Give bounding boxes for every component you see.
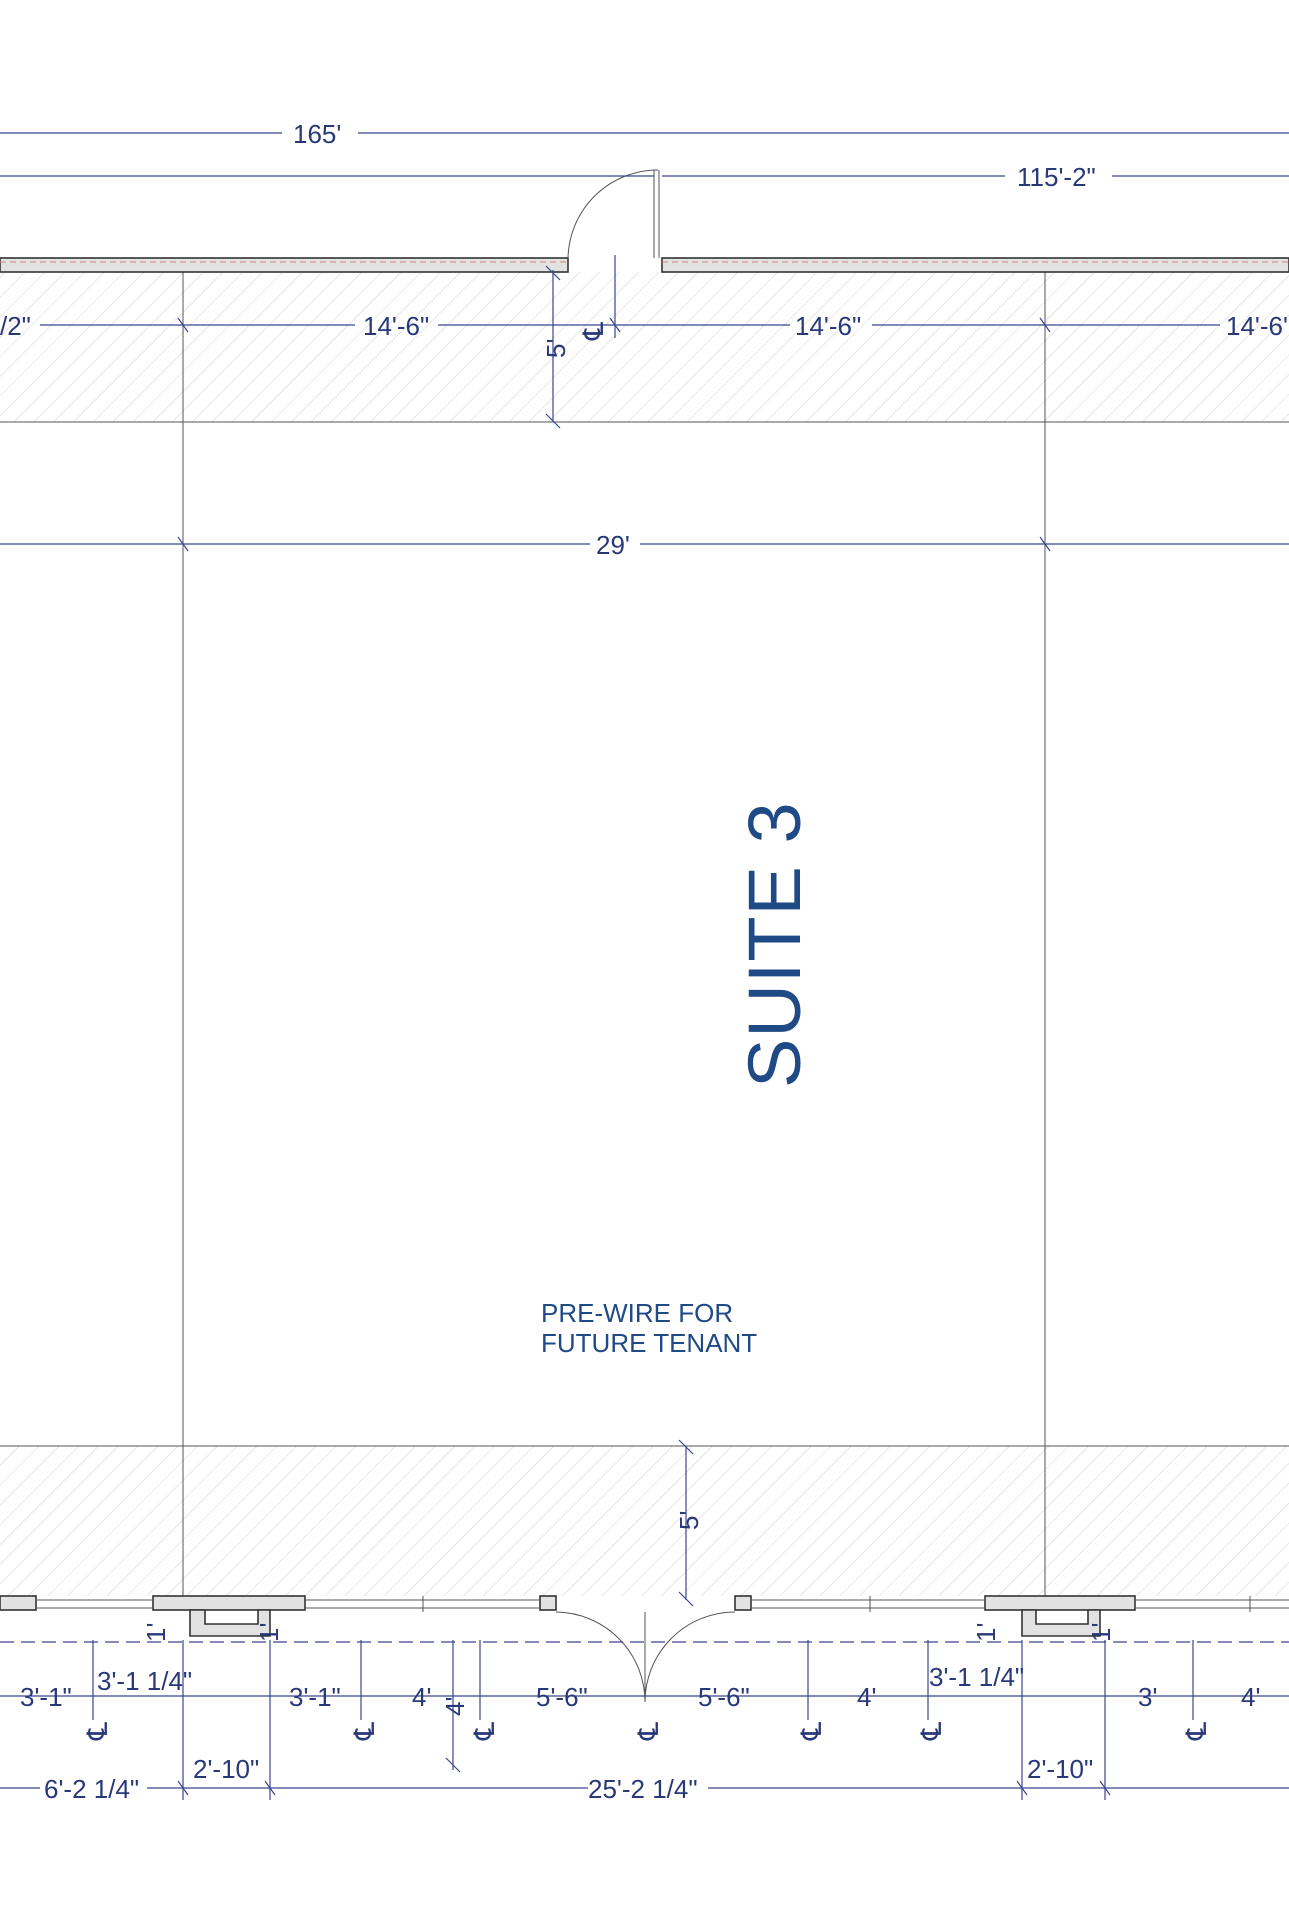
dim-top-depth: 5' xyxy=(541,339,571,358)
centerline-icon-4: ℄ xyxy=(633,1722,664,1741)
dim-b8: 4' xyxy=(857,1682,876,1712)
bottom-hatch-band xyxy=(0,1446,1289,1596)
dim-col-offset-l2: 1' xyxy=(254,1623,284,1642)
dim-bay-far-right: 14'-6' xyxy=(1226,311,1288,341)
dim-b5: 4' xyxy=(440,1697,470,1716)
top-hatch-band xyxy=(0,272,1289,422)
centerline-door-icon: ℄ xyxy=(578,322,609,341)
dim-b11: 4' xyxy=(1241,1682,1260,1712)
dim-c1: 6'-2 1/4" xyxy=(44,1774,139,1804)
dim-left-partial: /2" xyxy=(0,311,31,341)
dim-c3: 25'-2 1/4" xyxy=(588,1774,698,1804)
dim-col-offset-r2: 1' xyxy=(1086,1623,1116,1642)
centerline-icon-3: ℄ xyxy=(469,1722,500,1741)
centerline-icon-2: ℄ xyxy=(349,1722,380,1741)
top-door xyxy=(567,169,660,259)
suite-title: SUITE 3 xyxy=(733,801,816,1088)
dim-right-segment: 115'-2" xyxy=(1017,162,1096,192)
dim-b1: 3'-1" xyxy=(20,1682,72,1712)
centerline-icon-7: ℄ xyxy=(1181,1722,1212,1741)
dim-b7: 5'-6" xyxy=(698,1682,750,1712)
dim-col-offset-r: 1' xyxy=(971,1623,1001,1642)
dim-col-offset-l: 1' xyxy=(141,1623,171,1642)
dim-b3: 3'-1" xyxy=(289,1682,341,1712)
dim-c4: 2'-10" xyxy=(1027,1754,1093,1784)
dim-bottom-depth: 5' xyxy=(674,1511,704,1530)
dim-bay-right: 14'-6" xyxy=(795,311,861,341)
top-wall xyxy=(0,257,1289,273)
dim-b9: 3'-1 1/4" xyxy=(929,1662,1024,1692)
dim-bay-left: 14'-6" xyxy=(363,311,429,341)
dim-c2: 2'-10" xyxy=(193,1754,259,1784)
floor-plan: 165' 115'-2" /2" 14'-6" 14'-6" 14'-6' 5'… xyxy=(0,119,1289,1804)
dim-overall: 165' xyxy=(293,119,341,149)
centerline-icon-1: ℄ xyxy=(82,1722,113,1741)
dim-suite-width: 29' xyxy=(596,530,630,560)
note-line-1: PRE-WIRE FOR xyxy=(541,1298,733,1328)
storefront-wall xyxy=(0,1595,1289,1703)
dim-b6: 5'-6" xyxy=(536,1682,588,1712)
dim-b2: 3'-1 1/4" xyxy=(97,1666,192,1696)
dim-b10: 3' xyxy=(1138,1682,1157,1712)
dim-b4: 4' xyxy=(412,1682,431,1712)
note-line-2: FUTURE TENANT xyxy=(541,1328,757,1358)
centerline-icon-5: ℄ xyxy=(796,1722,827,1741)
centerline-icon-6: ℄ xyxy=(916,1722,947,1741)
